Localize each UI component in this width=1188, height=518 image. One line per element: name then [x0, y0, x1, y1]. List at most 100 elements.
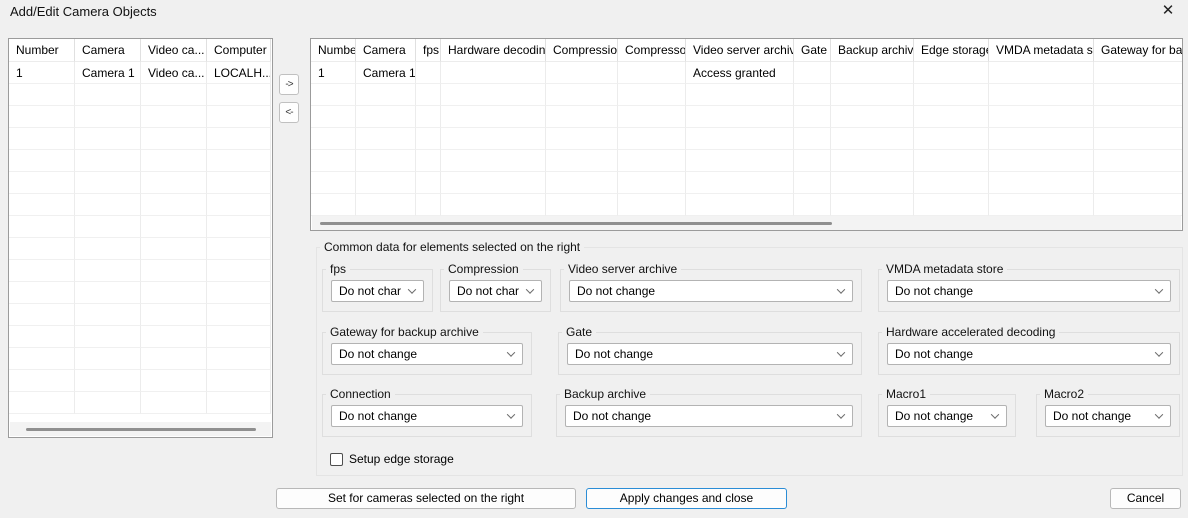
- column-header[interactable]: Compressor: [618, 39, 686, 62]
- right-table-horizontal-scrollbar[interactable]: [312, 216, 1181, 230]
- table-cell: [618, 106, 686, 128]
- macro2-dropdown[interactable]: Do not change: [1045, 405, 1171, 427]
- table-cell: [141, 238, 207, 260]
- column-header[interactable]: Hardware decoding: [441, 39, 546, 62]
- table-row: [311, 172, 1182, 194]
- backup-archive-dropdown[interactable]: Do not change: [565, 405, 853, 427]
- available-cameras-table[interactable]: NumberCameraVideo ca...Computer1Camera 1…: [8, 38, 273, 438]
- table-cell: [141, 304, 207, 326]
- table-cell: [207, 216, 271, 238]
- table-cell: [441, 62, 546, 84]
- table-cell: [1094, 62, 1183, 84]
- table-cell: 1: [9, 62, 75, 84]
- table-cell: [1094, 128, 1183, 150]
- compression-group: Compression Do not char: [440, 262, 551, 312]
- table-cell: [311, 172, 356, 194]
- table-cell: [686, 84, 794, 106]
- table-cell: [831, 150, 914, 172]
- fps-dropdown[interactable]: Do not char: [331, 280, 424, 302]
- setup-edge-storage-checkbox[interactable]: Setup edge storage: [330, 452, 454, 466]
- close-icon[interactable]: ✕: [1157, 1, 1179, 21]
- table-row[interactable]: 1Camera 1Video ca...LOCALH...: [9, 62, 272, 84]
- column-header[interactable]: Computer: [207, 39, 271, 62]
- table-cell: [141, 260, 207, 282]
- column-header[interactable]: VMDA metadata store: [989, 39, 1094, 62]
- column-header[interactable]: fps: [416, 39, 441, 62]
- table-cell: [9, 392, 75, 414]
- apply-changes-button[interactable]: Apply changes and close: [586, 488, 787, 509]
- chevron-down-icon: [526, 285, 534, 293]
- macro1-dropdown[interactable]: Do not change: [887, 405, 1007, 427]
- vmda-metadata-store-group: VMDA metadata store Do not change: [878, 262, 1180, 312]
- table-cell: [831, 84, 914, 106]
- table-cell: [831, 128, 914, 150]
- column-header[interactable]: Backup archive: [831, 39, 914, 62]
- table-cell: [618, 172, 686, 194]
- table-cell: [989, 106, 1094, 128]
- connection-label: Connection: [326, 387, 395, 401]
- table-cell: [1094, 150, 1183, 172]
- column-header[interactable]: Gate: [794, 39, 831, 62]
- hw-decoding-dropdown[interactable]: Do not change: [887, 343, 1171, 365]
- column-header[interactable]: Number: [311, 39, 356, 62]
- table-cell: [75, 194, 141, 216]
- table-cell: [356, 128, 416, 150]
- table-cell: [831, 194, 914, 216]
- connection-dropdown[interactable]: Do not change: [331, 405, 523, 427]
- table-cell: [207, 282, 271, 304]
- table-cell: [207, 392, 271, 414]
- gate-dropdown[interactable]: Do not change: [567, 343, 853, 365]
- table-cell: [141, 348, 207, 370]
- move-right-button[interactable]: ->: [279, 74, 299, 95]
- column-header[interactable]: Number: [9, 39, 75, 62]
- gateway-backup-group: Gateway for backup archive Do not change: [322, 325, 532, 375]
- table-cell: [9, 282, 75, 304]
- set-for-cameras-button[interactable]: Set for cameras selected on the right: [276, 488, 576, 509]
- fps-value: Do not char: [339, 284, 401, 298]
- chevron-down-icon: [837, 348, 845, 356]
- checkbox-box[interactable]: [330, 453, 343, 466]
- table-cell: [441, 172, 546, 194]
- table-cell: [207, 84, 271, 106]
- connection-value: Do not change: [339, 409, 417, 423]
- table-cell: [794, 106, 831, 128]
- chevron-down-icon: [1155, 348, 1163, 356]
- backup-archive-label: Backup archive: [560, 387, 650, 401]
- table-cell: LOCALH...: [207, 62, 271, 84]
- column-header[interactable]: Gateway for ba: [1094, 39, 1183, 62]
- table-cell: [1094, 106, 1183, 128]
- move-left-button[interactable]: <-: [279, 102, 299, 123]
- column-header[interactable]: Video server archive: [686, 39, 794, 62]
- chevron-down-icon: [837, 410, 845, 418]
- video-server-archive-label: Video server archive: [564, 262, 681, 276]
- table-row: [9, 370, 272, 392]
- gateway-backup-dropdown[interactable]: Do not change: [331, 343, 523, 365]
- table-cell: [686, 150, 794, 172]
- table-cell: [75, 150, 141, 172]
- column-header[interactable]: Video ca...: [141, 39, 207, 62]
- table-cell: [441, 194, 546, 216]
- table-row: [9, 216, 272, 238]
- column-header[interactable]: Camera: [356, 39, 416, 62]
- table-cell: [416, 150, 441, 172]
- table-cell: [141, 216, 207, 238]
- scrollbar-thumb[interactable]: [320, 222, 832, 225]
- scrollbar-thumb[interactable]: [26, 428, 256, 431]
- cancel-button[interactable]: Cancel: [1110, 488, 1181, 509]
- table-cell: [75, 84, 141, 106]
- chevron-down-icon: [837, 285, 845, 293]
- vmda-metadata-store-dropdown[interactable]: Do not change: [887, 280, 1171, 302]
- column-header[interactable]: Camera: [75, 39, 141, 62]
- table-cell: [311, 106, 356, 128]
- left-table-horizontal-scrollbar[interactable]: [10, 422, 271, 436]
- selected-cameras-table[interactable]: NumberCamerafpsHardware decodingCompress…: [310, 38, 1183, 231]
- video-server-archive-dropdown[interactable]: Do not change: [569, 280, 853, 302]
- gateway-backup-label: Gateway for backup archive: [326, 325, 483, 339]
- column-header[interactable]: Compression: [546, 39, 618, 62]
- macro2-group: Macro2 Do not change: [1036, 387, 1180, 437]
- table-row[interactable]: 1Camera 1Access granted: [311, 62, 1182, 84]
- table-cell: [75, 326, 141, 348]
- compression-dropdown[interactable]: Do not char: [449, 280, 542, 302]
- hw-decoding-value: Do not change: [895, 347, 973, 361]
- column-header[interactable]: Edge storage: [914, 39, 989, 62]
